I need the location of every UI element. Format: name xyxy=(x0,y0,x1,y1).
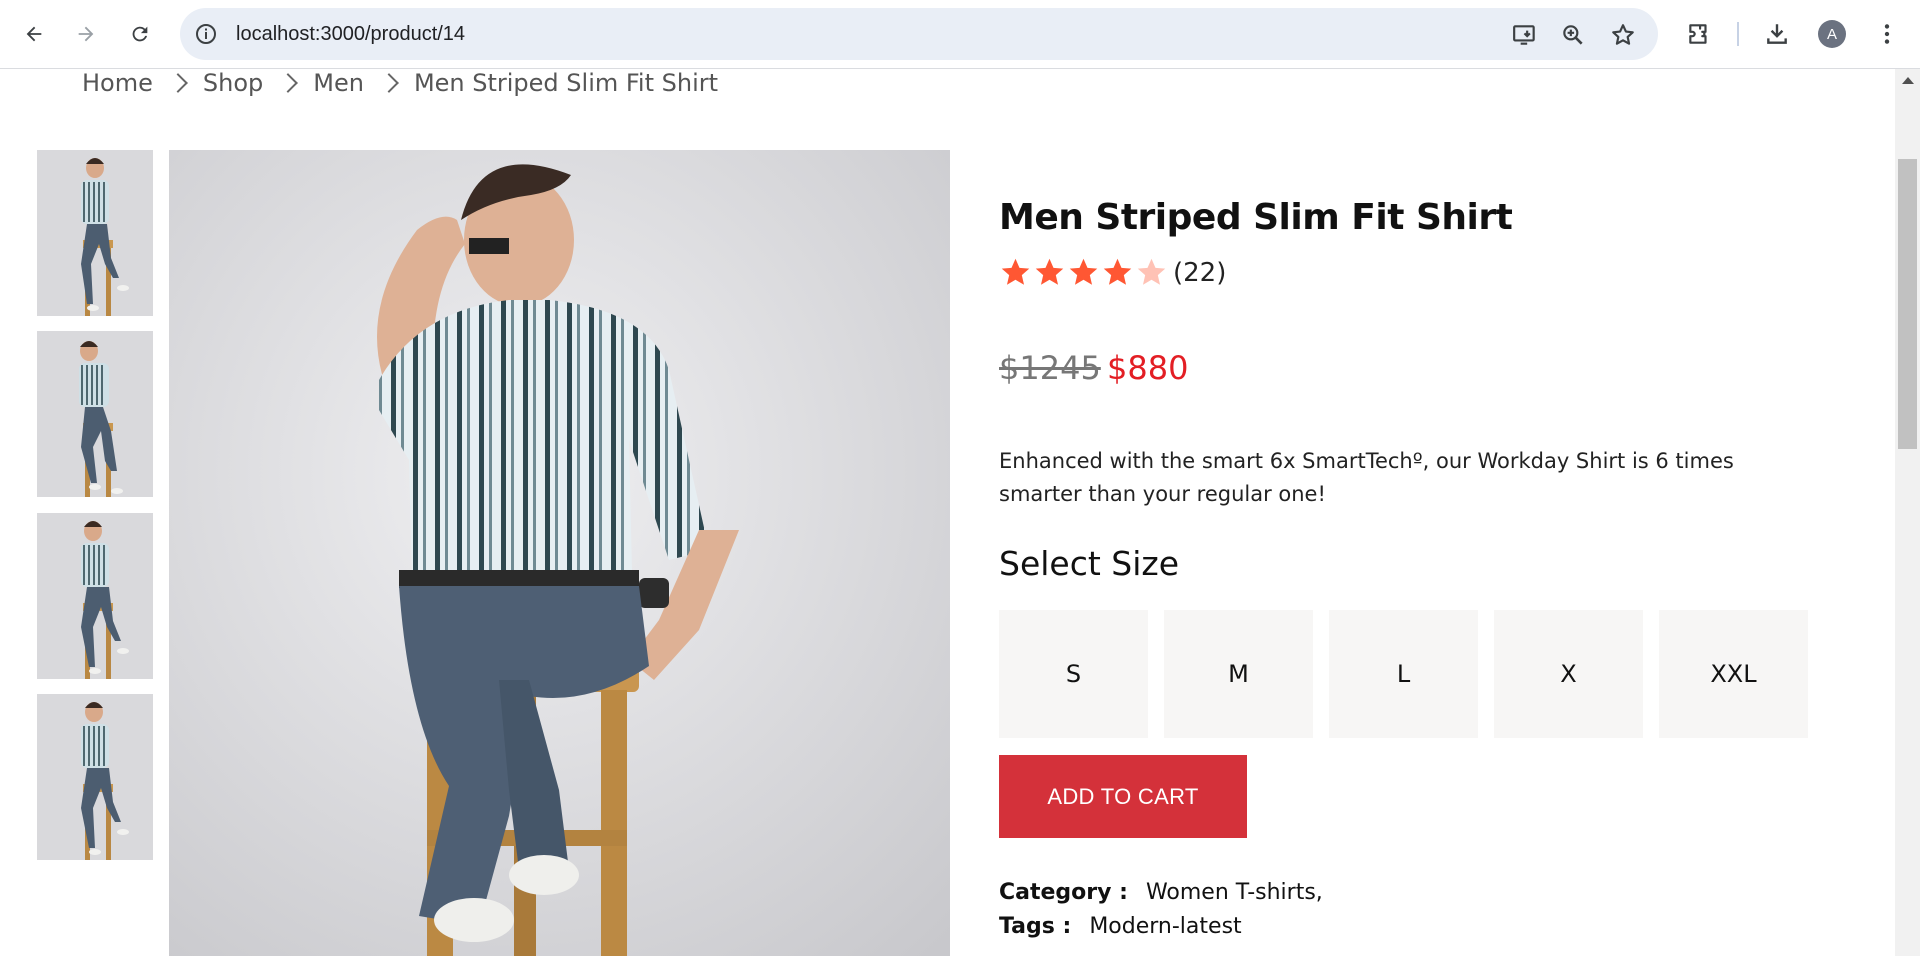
size-options: S M L X XXL xyxy=(999,610,1808,738)
product-category: Category : Women T-shirts, xyxy=(999,880,1323,905)
chevron-right-icon xyxy=(167,73,188,93)
review-count[interactable]: (22) xyxy=(1173,258,1226,288)
back-icon[interactable] xyxy=(14,14,54,54)
breadcrumb: Home Shop Men Men Striped Slim Fit Shirt xyxy=(82,67,718,99)
size-option-xxl[interactable]: XXL xyxy=(1659,610,1808,738)
toolbar-divider xyxy=(1737,22,1739,46)
product-tags: Tags : Modern-latest xyxy=(999,914,1242,939)
size-option-s[interactable]: S xyxy=(999,610,1148,738)
breadcrumb-home[interactable]: Home xyxy=(82,69,153,97)
forward-icon[interactable] xyxy=(66,14,106,54)
browser-toolbar: localhost:3000/product/14 A xyxy=(0,0,1920,69)
bookmark-star-icon[interactable] xyxy=(1610,22,1636,48)
scroll-thumb[interactable] xyxy=(1898,159,1917,449)
site-info-icon[interactable] xyxy=(194,22,218,46)
star-filled-icon xyxy=(1069,258,1098,285)
star-empty-icon xyxy=(1137,258,1166,285)
more-menu-icon[interactable] xyxy=(1870,17,1904,51)
size-option-l[interactable]: L xyxy=(1329,610,1478,738)
install-app-icon[interactable] xyxy=(1512,22,1538,48)
star-filled-icon xyxy=(1035,258,1064,285)
size-heading: Select Size xyxy=(999,544,1180,583)
product-description: Enhanced with the smart 6x SmartTechº, o… xyxy=(999,449,1734,506)
add-to-cart-button[interactable]: ADD TO CART xyxy=(999,755,1247,838)
product-thumbnail-3[interactable] xyxy=(37,513,153,679)
chevron-right-icon xyxy=(278,73,299,93)
page-scrollbar[interactable] xyxy=(1895,69,1920,956)
category-value[interactable]: Women T-shirts, xyxy=(1146,880,1323,905)
breadcrumb-current: Men Striped Slim Fit Shirt xyxy=(413,69,719,97)
download-icon[interactable] xyxy=(1760,17,1794,51)
tags-label: Tags : xyxy=(999,914,1072,939)
size-option-x[interactable]: X xyxy=(1494,610,1643,738)
tags-value[interactable]: Modern-latest xyxy=(1089,914,1241,939)
sale-price: $880 xyxy=(1107,349,1189,387)
product-title: Men Striped Slim Fit Shirt xyxy=(999,197,1513,238)
product-thumbnail-4[interactable] xyxy=(37,694,153,860)
product-thumbnail-2[interactable] xyxy=(37,331,153,497)
original-price: $1245 xyxy=(999,349,1101,387)
star-filled-icon xyxy=(1103,258,1132,285)
product-rating: (22) xyxy=(999,256,1226,289)
extensions-icon[interactable] xyxy=(1682,17,1716,51)
category-label: Category : xyxy=(999,880,1128,905)
profile-avatar[interactable]: A xyxy=(1818,20,1846,48)
reload-icon[interactable] xyxy=(120,14,160,54)
zoom-icon[interactable] xyxy=(1560,22,1586,48)
breadcrumb-shop[interactable]: Shop xyxy=(203,69,263,97)
scroll-up-arrow-icon[interactable] xyxy=(1902,77,1914,84)
rating-stars xyxy=(999,256,1169,289)
product-main-image[interactable] xyxy=(169,150,950,956)
star-filled-icon xyxy=(1001,258,1030,285)
address-bar[interactable]: localhost:3000/product/14 xyxy=(180,8,1658,60)
product-thumbnail-1[interactable] xyxy=(37,150,153,316)
chevron-right-icon xyxy=(379,73,399,93)
url-text[interactable]: localhost:3000/product/14 xyxy=(236,22,465,46)
breadcrumb-men[interactable]: Men xyxy=(313,69,364,97)
size-option-m[interactable]: M xyxy=(1164,610,1313,738)
